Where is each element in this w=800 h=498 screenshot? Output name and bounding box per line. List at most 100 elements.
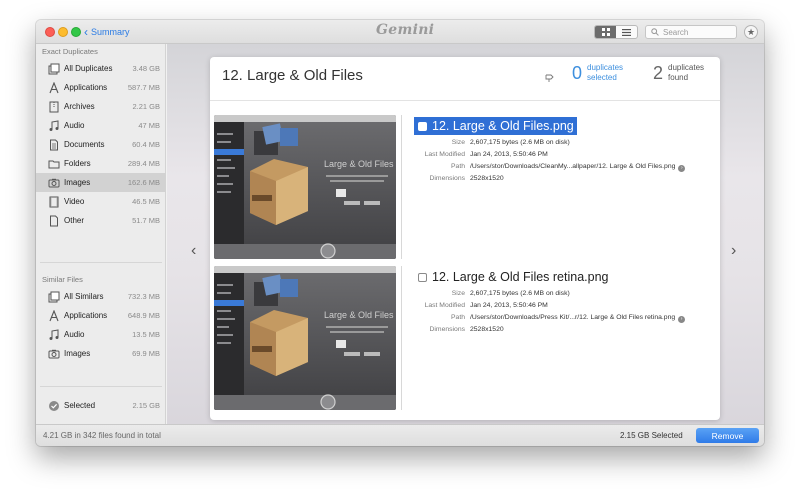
select-checkbox[interactable] bbox=[418, 272, 427, 282]
status-bar: 4.21 GB in 342 files found in total 2.15… bbox=[36, 424, 764, 446]
file-header[interactable]: 12. Large & Old Files.png bbox=[414, 117, 577, 135]
star-icon: ★ bbox=[746, 26, 756, 37]
duplicates-selected-stat: 0 duplicates selected bbox=[572, 63, 623, 83]
file-name: 12. Large & Old Files retina.png bbox=[432, 270, 609, 284]
thumbnail-caption: Large & Old Files bbox=[324, 310, 394, 320]
applications-icon bbox=[47, 81, 60, 94]
sidebar-item-video[interactable]: Video 46.5 MB bbox=[36, 192, 166, 211]
next-group-button[interactable]: › bbox=[731, 243, 741, 259]
camera-icon bbox=[47, 347, 60, 360]
sidebar-item-label: Folders bbox=[64, 159, 91, 168]
meta-value: Jan 24, 2013, 5:50:46 PM bbox=[470, 302, 548, 309]
sidebar-item-similar-images[interactable]: Images 69.9 MB bbox=[36, 344, 166, 363]
meta-key: Last Modified bbox=[424, 151, 465, 158]
file-name: 12. Large & Old Files.png bbox=[432, 119, 574, 133]
sidebar-item-label: Images bbox=[64, 178, 91, 187]
zoom-window-button[interactable] bbox=[71, 27, 81, 37]
sidebar-item-label: Selected bbox=[64, 401, 96, 410]
chevron-left-icon: ‹ bbox=[191, 242, 197, 259]
meta-key: Dimensions bbox=[429, 326, 465, 333]
sidebar-divider bbox=[40, 262, 162, 263]
select-checkbox[interactable] bbox=[418, 121, 427, 131]
exact-duplicates-title: Exact Duplicates bbox=[42, 47, 98, 56]
found-label-line1: duplicates bbox=[668, 63, 705, 72]
sidebar-item-label: Applications bbox=[64, 311, 108, 320]
sidebar-divider bbox=[40, 386, 162, 387]
file-thumbnail[interactable]: Large & Old Files bbox=[214, 115, 396, 259]
auto-select-icon[interactable] bbox=[545, 73, 555, 83]
meta-value: 2,607,175 bytes (2.6 MB on disk) bbox=[470, 139, 570, 146]
search-icon bbox=[651, 28, 659, 36]
sidebar-item-size: 162.6 MB bbox=[127, 178, 160, 187]
duplicates-found-stat: 2 duplicates found bbox=[653, 63, 704, 83]
sidebar-item-size: 2.21 GB bbox=[132, 102, 160, 111]
duplicate-entry[interactable]: Large & Old Files 12. Large & Old Files … bbox=[210, 262, 720, 414]
sidebar-item-similar-applications[interactable]: Applications 648.9 MB bbox=[36, 306, 166, 325]
back-to-summary-button[interactable]: ‹ Summary bbox=[84, 25, 130, 39]
remove-button[interactable]: Remove bbox=[696, 428, 759, 443]
view-mode-toggle bbox=[594, 25, 638, 39]
sidebar-item-label: Audio bbox=[64, 121, 85, 130]
meta-value: /Users/stor/Downloads/CleanMy...allpaper… bbox=[470, 163, 686, 172]
sidebar-item-label: Audio bbox=[64, 330, 85, 339]
meta-value: Jan 24, 2013, 5:50:46 PM bbox=[470, 151, 548, 158]
sidebar-item-audio[interactable]: Audio 47 MB bbox=[36, 116, 166, 135]
sidebar-item-label: Documents bbox=[64, 140, 105, 149]
list-view-button[interactable] bbox=[616, 26, 637, 38]
close-window-button[interactable] bbox=[45, 27, 55, 37]
sidebar-item-label: All Duplicates bbox=[64, 64, 113, 73]
sidebar-item-size: 289.4 MB bbox=[127, 159, 160, 168]
reveal-in-finder-icon[interactable]: › bbox=[678, 316, 686, 323]
sidebar-item-documents[interactable]: Documents 60.4 MB bbox=[36, 135, 166, 154]
back-label: Summary bbox=[91, 27, 130, 37]
file-header[interactable]: 12. Large & Old Files retina.png bbox=[414, 268, 612, 286]
thumbnail-divider bbox=[401, 115, 402, 259]
search-field[interactable]: Search bbox=[645, 25, 737, 39]
list-icon bbox=[622, 28, 631, 36]
sidebar-item-size: 648.9 MB bbox=[127, 311, 160, 320]
sidebar-item-images[interactable]: Images 162.6 MB bbox=[36, 173, 166, 192]
sidebar-item-size: 46.5 MB bbox=[132, 197, 160, 206]
stack-icon bbox=[47, 62, 60, 75]
thumbnail-caption: Large & Old Files bbox=[324, 159, 394, 169]
grid-icon bbox=[601, 28, 610, 36]
sidebar-item-similar-audio[interactable]: Audio 13.5 MB bbox=[36, 325, 166, 344]
file-path: /Users/stor/Downloads/Press Kit/...r/12.… bbox=[470, 314, 676, 321]
sidebar-item-size: 3.48 GB bbox=[132, 64, 160, 73]
meta-key: Path bbox=[451, 163, 465, 170]
selected-label-line2: selected bbox=[587, 73, 617, 82]
selected-size-label: 2.15 GB Selected bbox=[620, 431, 683, 440]
minimize-window-button[interactable] bbox=[58, 27, 68, 37]
sidebar-item-archives[interactable]: Archives 2.21 GB bbox=[36, 97, 166, 116]
selected-count: 0 bbox=[572, 63, 583, 83]
panel-header: 12. Large & Old Files 0 duplicates selec… bbox=[210, 57, 720, 101]
sidebar-item-all-similars[interactable]: All Similars 732.3 MB bbox=[36, 287, 166, 306]
chevron-left-icon: ‹ bbox=[84, 25, 88, 39]
sidebar-item-other[interactable]: Other 51.7 MB bbox=[36, 211, 166, 230]
music-note-icon bbox=[47, 328, 60, 341]
sidebar-item-label: Archives bbox=[64, 102, 95, 111]
reveal-in-finder-icon[interactable]: › bbox=[678, 165, 686, 172]
selected-label: duplicates selected bbox=[587, 63, 623, 83]
meta-value: /Users/stor/Downloads/Press Kit/...r/12.… bbox=[470, 314, 686, 323]
sidebar-item-label: Other bbox=[64, 216, 85, 225]
search-placeholder: Search bbox=[663, 27, 689, 37]
favorite-star-button[interactable]: ★ bbox=[744, 25, 758, 39]
music-note-icon bbox=[47, 119, 60, 132]
duplicate-entry[interactable]: Large & Old Files 12. Large & Old Files.… bbox=[210, 111, 720, 263]
sidebar-item-size: 587.7 MB bbox=[127, 83, 160, 92]
sidebar-item-all-duplicates[interactable]: All Duplicates 3.48 GB bbox=[36, 59, 166, 78]
file-thumbnail[interactable]: Large & Old Files bbox=[214, 266, 396, 410]
app-logo: Gemini bbox=[376, 22, 435, 38]
app-window: ‹ Summary Gemini Search ★ Exact Duplicat… bbox=[36, 20, 764, 446]
meta-key: Dimensions bbox=[429, 175, 465, 182]
sidebar-item-applications[interactable]: Applications 587.7 MB bbox=[36, 78, 166, 97]
meta-key: Size bbox=[451, 290, 465, 297]
sidebar-item-selected[interactable]: Selected 2.15 GB bbox=[36, 396, 166, 415]
stack-icon bbox=[47, 290, 60, 303]
grid-view-button[interactable] bbox=[595, 26, 616, 38]
sidebar-item-label: Applications bbox=[64, 83, 108, 92]
meta-value: 2,607,175 bytes (2.6 MB on disk) bbox=[470, 290, 570, 297]
sidebar-item-folders[interactable]: Folders 289.4 MB bbox=[36, 154, 166, 173]
previous-group-button[interactable]: ‹ bbox=[191, 242, 201, 259]
